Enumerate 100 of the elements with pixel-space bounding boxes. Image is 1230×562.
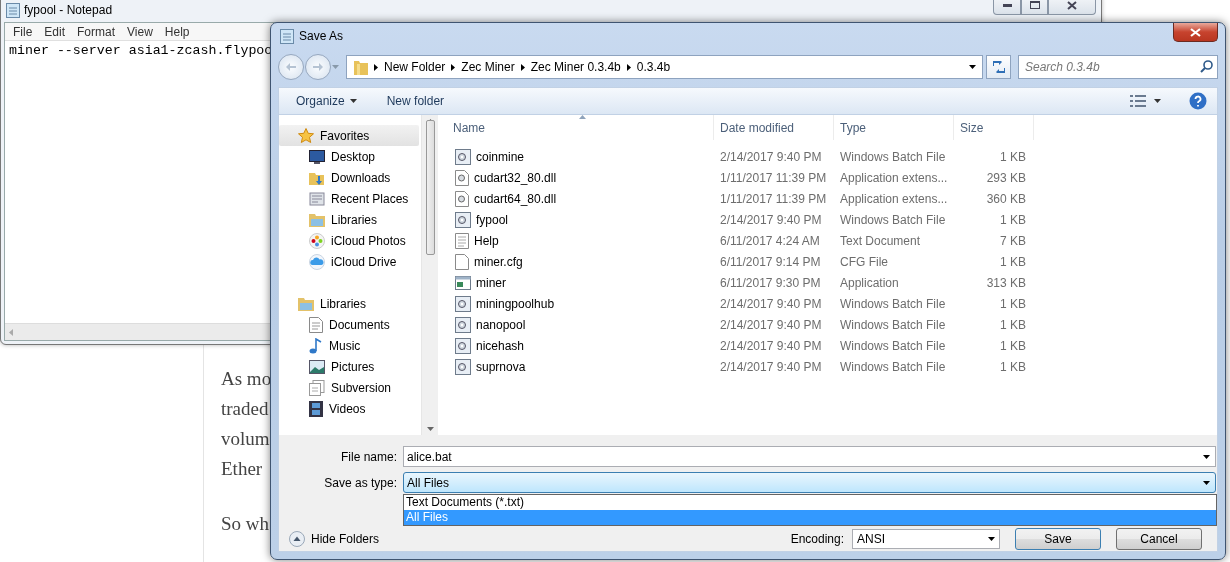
gear-window-icon: [455, 337, 471, 354]
breadcrumb-item[interactable]: New Folder: [384, 60, 446, 74]
file-name: nanopool: [476, 317, 526, 332]
file-date: 6/11/2017 9:30 PM: [720, 275, 821, 290]
file-name: miner: [476, 275, 506, 290]
file-size: 313 KB: [986, 275, 1026, 290]
file-row[interactable]: fypool 2/14/2017 9:40 PM Windows Batch File 1 KB: [444, 209, 1217, 230]
refresh-button[interactable]: [986, 55, 1011, 79]
gear-page-icon: [455, 169, 469, 186]
column-header[interactable]: Type: [834, 115, 954, 140]
file-row[interactable]: miner.cfg 6/11/2017 9:14 PM CFG File 1 KB: [444, 251, 1217, 272]
file-row[interactable]: cudart64_80.dll 1/11/2017 11:39 PM Application extens... 360 KB: [444, 188, 1217, 209]
caret-icon: [1203, 454, 1210, 459]
close-icon: [1067, 0, 1077, 10]
column-header[interactable]: Name: [444, 115, 714, 140]
nav-item[interactable]: Subversion: [279, 377, 419, 398]
nav-item[interactable]: Libraries: [279, 293, 419, 314]
file-row[interactable]: Help 6/11/2017 4:24 AM Text Document 7 KB: [444, 230, 1217, 251]
film-icon: [309, 400, 323, 417]
document-icon: [309, 316, 323, 333]
menu-item[interactable]: Edit: [38, 23, 72, 40]
nav-item[interactable]: Favorites: [279, 125, 419, 146]
folder-icon: [354, 59, 368, 75]
breadcrumb-item[interactable]: Zec Miner 0.3.4b: [530, 60, 621, 74]
file-type: Application extens...: [840, 191, 948, 206]
column-header[interactable]: Size: [954, 115, 1034, 140]
minimize-icon: [1002, 3, 1012, 7]
library-folder-icon: [309, 212, 325, 227]
chevron-icon: [374, 63, 378, 71]
search-field[interactable]: Search 0.3.4b: [1018, 55, 1218, 79]
nav-item[interactable]: Recent Places: [279, 188, 419, 209]
file-row[interactable]: cudart32_80.dll 1/11/2017 11:39 PM Application extens... 293 KB: [444, 167, 1217, 188]
file-type: Application extens...: [840, 170, 948, 185]
file-row[interactable]: suprnova 2/14/2017 9:40 PM Windows Batch File 1 KB: [444, 356, 1217, 377]
scrollbar[interactable]: [421, 115, 438, 435]
file-row[interactable]: nicehash 2/14/2017 9:40 PM Windows Batch File 1 KB: [444, 335, 1217, 356]
nav-item[interactable]: Music: [279, 335, 419, 356]
column-header[interactable]: Date modified: [714, 115, 834, 140]
file-type: Windows Batch File: [840, 149, 946, 164]
star-icon: [298, 127, 314, 144]
file-type: Windows Batch File: [840, 338, 946, 353]
file-row[interactable]: nanopool 2/14/2017 9:40 PM Windows Batch File 1 KB: [444, 314, 1217, 335]
breadcrumb-item[interactable]: 0.3.4b: [636, 60, 671, 74]
recent-folder-icon: [309, 190, 325, 207]
nav-item[interactable]: iCloud Photos: [279, 230, 419, 251]
address-bar[interactable]: New Folder Zec Miner Zec Miner 0.3.4b 0.3.4b: [346, 55, 983, 79]
cancel-button[interactable]: Cancel: [1116, 528, 1202, 550]
file-name: miner.cfg: [474, 254, 523, 269]
file-type: CFG File: [840, 254, 888, 269]
maximize-button[interactable]: [1021, 0, 1048, 15]
file-name: miningpoolhub: [476, 296, 555, 311]
flower-icon: [309, 232, 325, 249]
help-icon[interactable]: [1189, 92, 1207, 110]
menu-item[interactable]: File: [7, 23, 39, 40]
file-size: 1 KB: [1000, 254, 1026, 269]
encoding-select[interactable]: ANSI: [852, 529, 1000, 549]
file-name: cudart32_80.dll: [474, 170, 557, 185]
file-row[interactable]: miningpoolhub 2/14/2017 9:40 PM Windows Batch File 1 KB: [444, 293, 1217, 314]
close-button[interactable]: [1173, 23, 1218, 42]
gear-window-icon: [455, 148, 471, 165]
forward-arrow-icon: [313, 63, 323, 71]
nav-item[interactable]: Videos: [279, 398, 419, 419]
nav-item[interactable]: Documents: [279, 314, 419, 335]
menu-item[interactable]: View: [121, 23, 159, 40]
notepad-icon: [280, 28, 294, 44]
file-row[interactable]: coinmine 2/14/2017 9:40 PM Windows Batch File 1 KB: [444, 146, 1217, 167]
file-date: 2/14/2017 9:40 PM: [720, 212, 822, 227]
nav-item[interactable]: Pictures: [279, 356, 419, 377]
save-button[interactable]: Save: [1015, 528, 1101, 550]
file-type: Windows Batch File: [840, 212, 946, 227]
minimize-button[interactable]: [993, 0, 1021, 15]
nav-item[interactable]: Downloads: [279, 167, 419, 188]
gear-window-icon: [455, 211, 471, 228]
scroll-down-icon[interactable]: [426, 427, 434, 431]
article-text: As mo: [221, 367, 272, 391]
close-button[interactable]: [1048, 0, 1096, 15]
landscape-icon: [309, 359, 325, 374]
file-name: Help: [474, 233, 499, 248]
file-name-field[interactable]: alice.bat: [403, 446, 1216, 467]
breadcrumb-item[interactable]: Zec Miner: [461, 60, 515, 74]
file-row[interactable]: miner 6/11/2017 9:30 PM Application 313 KB: [444, 272, 1217, 293]
library-folder-icon: [298, 296, 314, 311]
file-size: 1 KB: [1000, 359, 1026, 374]
nav-item[interactable]: iCloud Drive: [279, 251, 419, 272]
menu-item[interactable]: Format: [71, 23, 122, 40]
organize-button[interactable]: Organize: [296, 94, 357, 108]
view-options-button[interactable]: [1130, 95, 1161, 107]
scrollbar-thumb[interactable]: [425, 120, 435, 255]
nav-item[interactable]: Libraries: [279, 209, 419, 230]
nav-item[interactable]: Desktop: [279, 146, 419, 167]
back-arrow-icon: [286, 63, 296, 71]
menu-item[interactable]: Help: [158, 23, 196, 40]
file-type-select[interactable]: All Files: [403, 472, 1216, 493]
music-note-icon: [309, 337, 323, 354]
file-date: 6/11/2017 4:24 AM: [720, 233, 820, 248]
new-folder-button[interactable]: New folder: [386, 94, 445, 108]
hide-folders-button[interactable]: Hide Folders: [289, 531, 380, 547]
collapse-icon: [289, 531, 305, 547]
refresh-icon: [991, 61, 1006, 73]
article-text: volum: [221, 427, 271, 451]
